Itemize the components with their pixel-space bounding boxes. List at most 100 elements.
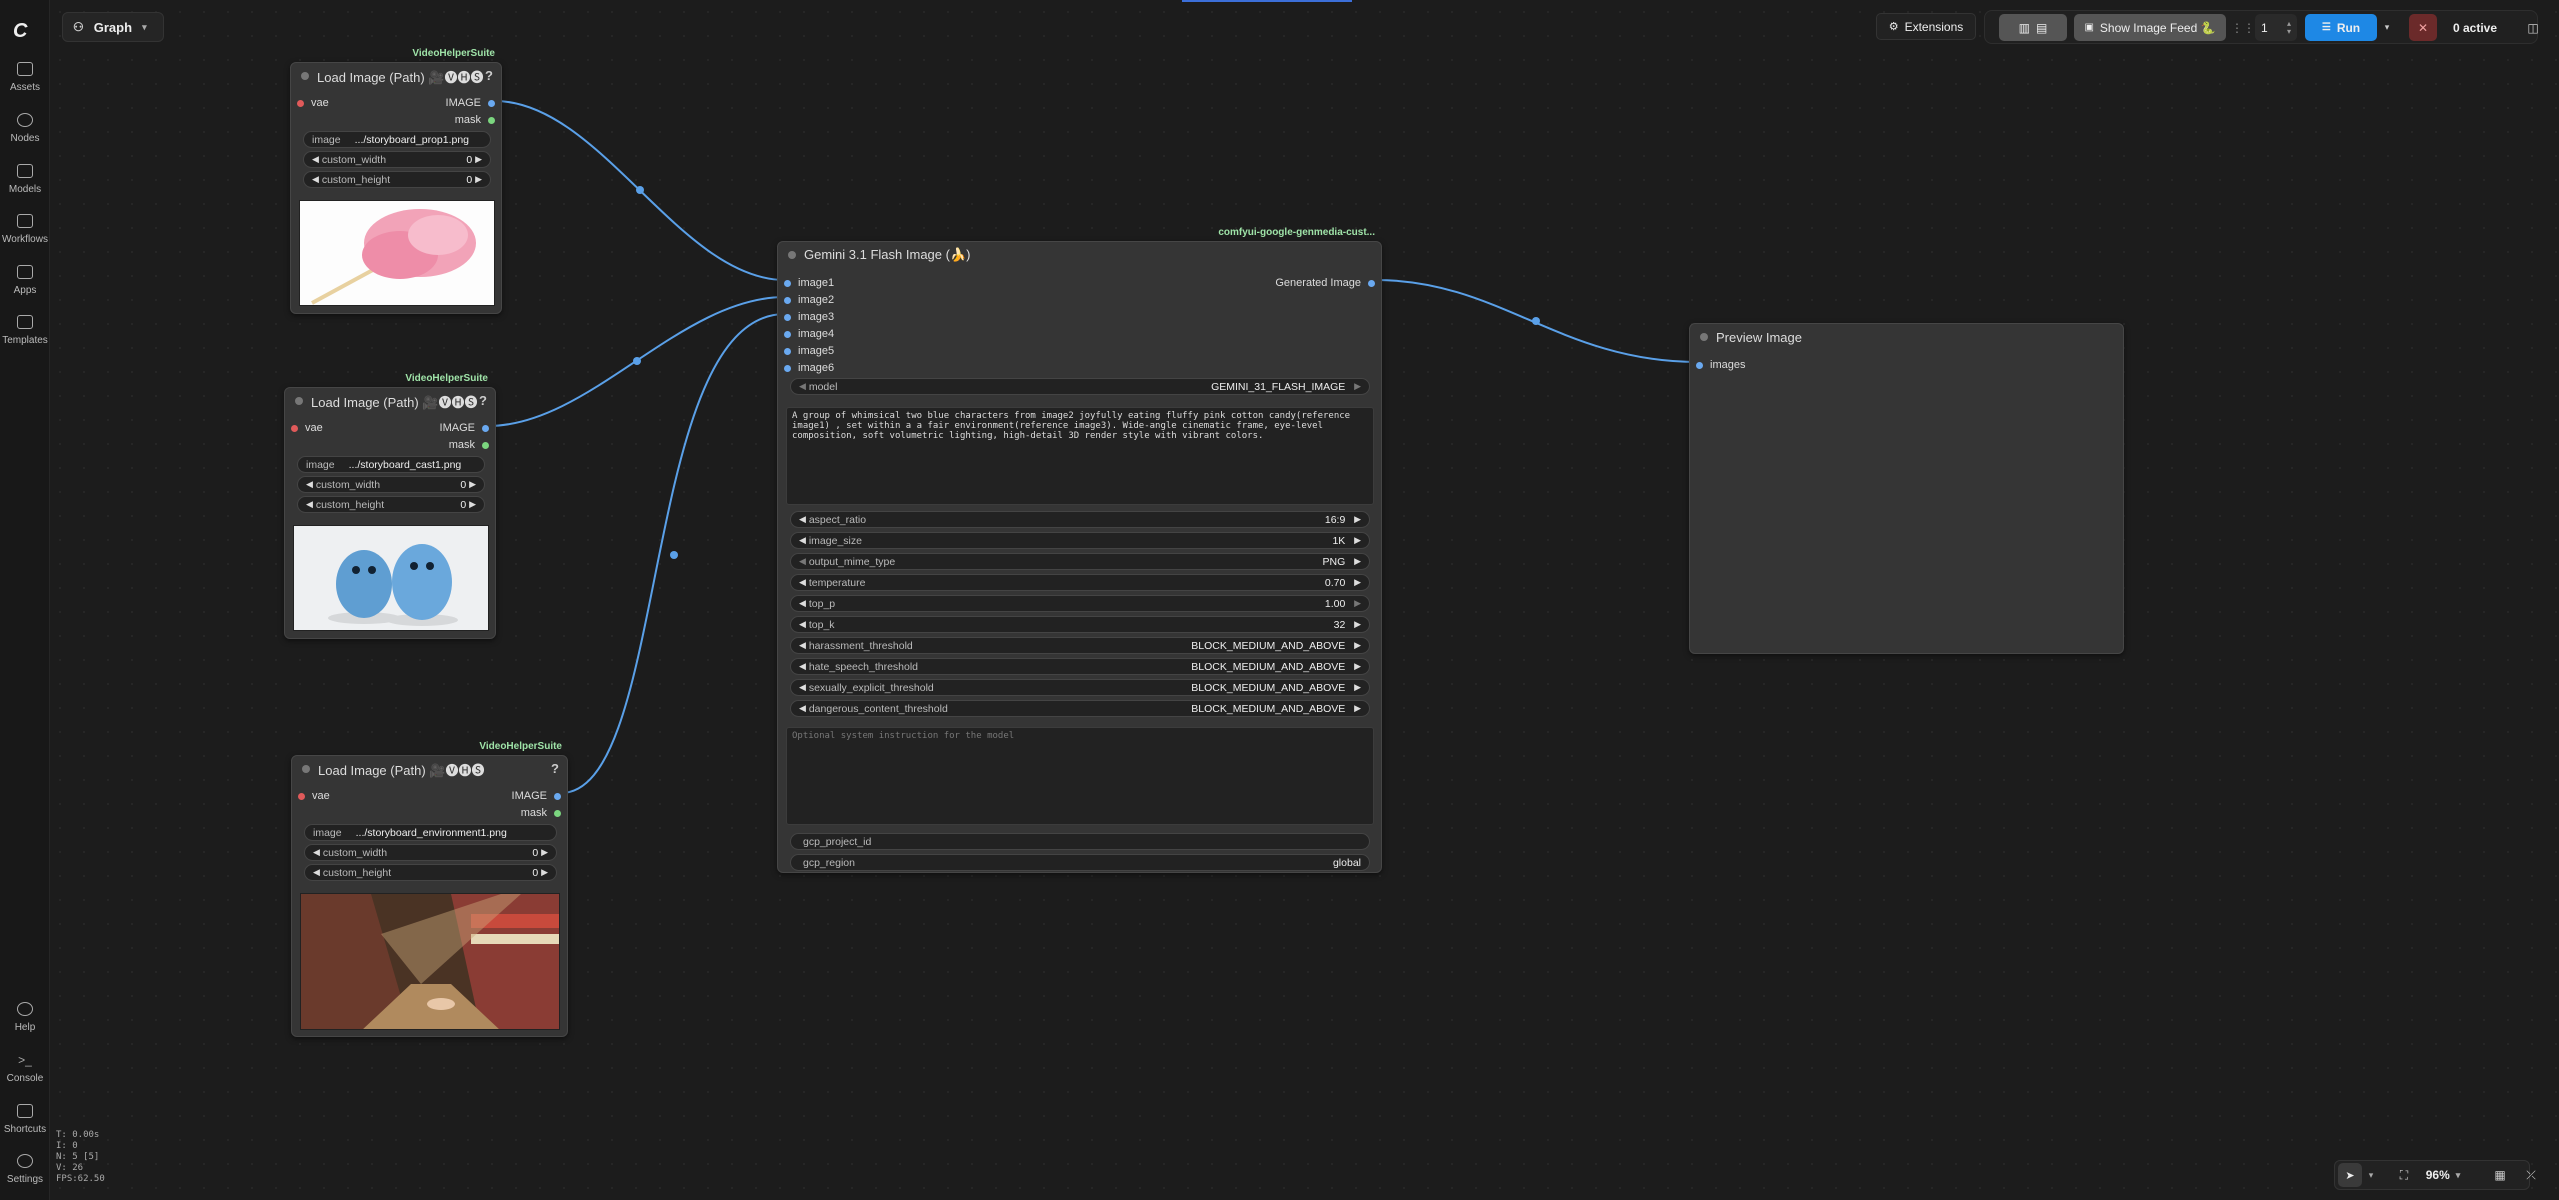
output-port[interactable]	[554, 792, 561, 800]
preview-image-node[interactable]: Preview Image images	[1689, 323, 2124, 654]
input-port[interactable]	[784, 279, 791, 287]
decrement-arrow-icon[interactable]: ◀	[306, 479, 313, 490]
sidebar-item-workflows[interactable]: Workflows	[0, 214, 50, 245]
sidebar-item-nodes[interactable]: Nodes	[0, 113, 50, 144]
extensions-button[interactable]: ⚙ Extensions	[1876, 13, 1976, 40]
decrement-arrow-icon[interactable]: ◀	[799, 598, 806, 609]
sidebar-item-models[interactable]: Models	[0, 164, 50, 195]
increment-arrow-icon[interactable]: ▶	[1354, 682, 1361, 693]
help-icon[interactable]: ?	[479, 393, 487, 408]
load-image-node-environment[interactable]: Load Image (Path) 🎥🅥🅗🅢 ? vae IMAGE mask …	[291, 755, 568, 1037]
decrement-arrow-icon[interactable]: ◀	[313, 847, 320, 858]
input-image4[interactable]: image4	[784, 328, 834, 340]
output-port[interactable]	[1368, 279, 1375, 287]
custom-height-widget[interactable]: ◀ custom_height 0 ▶	[303, 171, 491, 188]
input-port[interactable]	[784, 364, 791, 372]
increment-arrow-icon[interactable]: ▶	[469, 499, 476, 510]
minimap-button[interactable]: ▦	[2488, 1163, 2512, 1187]
increment-arrow-icon[interactable]: ▶	[1354, 556, 1361, 567]
sidebar-item-apps[interactable]: Apps	[0, 265, 50, 296]
toggle-panel-button[interactable]: ◫	[2519, 14, 2547, 41]
show-image-feed-button[interactable]: ▣ Show Image Feed 🐍	[2074, 14, 2226, 41]
zoom-dropdown[interactable]: 96% ▾	[2420, 1163, 2466, 1187]
custom-height-widget[interactable]: ◀ custom_height 0 ▶	[304, 864, 557, 881]
custom-height-widget[interactable]: ◀ custom_height 0 ▶	[297, 496, 485, 513]
output-port[interactable]	[488, 99, 495, 107]
image-path-widget[interactable]: image .../storyboard_cast1.png	[297, 456, 485, 473]
toggle-links-button[interactable]: ⤫	[2519, 1163, 2543, 1187]
batch-count-stepper[interactable]: 1 ▴ ▾	[2255, 14, 2297, 41]
increment-arrow-icon[interactable]: ▶	[1354, 703, 1361, 714]
input-port[interactable]	[291, 424, 298, 432]
custom-width-widget[interactable]: ◀ custom_width 0 ▶	[297, 476, 485, 493]
run-button[interactable]: ☰ Run	[2305, 14, 2377, 41]
input-port[interactable]	[784, 347, 791, 355]
increment-arrow-icon[interactable]: ▶	[541, 867, 548, 878]
custom-width-widget[interactable]: ◀ custom_width 0 ▶	[303, 151, 491, 168]
collapse-dot-icon[interactable]	[295, 397, 303, 405]
help-icon[interactable]: ?	[551, 761, 559, 776]
drag-handle-icon[interactable]: ⋮⋮	[2231, 14, 2255, 41]
input-port[interactable]	[784, 313, 791, 321]
run-options-dropdown[interactable]: ▾	[2379, 14, 2395, 41]
output-mask[interactable]: mask	[449, 439, 489, 451]
input-image5[interactable]: image5	[784, 345, 834, 357]
image-path-widget[interactable]: image .../storyboard_prop1.png	[303, 131, 491, 148]
increment-arrow-icon[interactable]: ▶	[1354, 535, 1361, 546]
output-port[interactable]	[482, 441, 489, 449]
model-select[interactable]: ◀ model GEMINI_31_FLASH_IMAGE ▶	[790, 378, 1370, 395]
param-dangerous-content-threshold[interactable]: ◀ dangerous_content_threshold BLOCK_MEDIU…	[790, 700, 1370, 717]
output-port[interactable]	[482, 424, 489, 432]
cancel-button[interactable]: ✕	[2409, 14, 2437, 41]
input-image3[interactable]: image3	[784, 311, 834, 323]
param-top-p[interactable]: ◀ top_p 1.00 ▶	[790, 595, 1370, 612]
input-port[interactable]	[784, 296, 791, 304]
increment-arrow-icon[interactable]: ▶	[1354, 514, 1361, 525]
graph-tab[interactable]: ⚇ Graph ▾	[62, 12, 164, 42]
sidebar-item-help[interactable]: Help	[0, 1002, 50, 1033]
increment-arrow-icon[interactable]: ▶	[469, 479, 476, 490]
decrement-arrow-icon[interactable]: ◀	[306, 499, 313, 510]
decrement-arrow-icon[interactable]: ◀	[799, 703, 806, 714]
node-title-bar[interactable]: Load Image (Path) 🎥🅥🅗🅢 ?	[292, 756, 567, 782]
node-title-bar[interactable]: Load Image (Path) 🎥🅥🅗🅢 ?	[285, 388, 495, 414]
decrement-arrow-icon[interactable]: ◀	[799, 556, 806, 567]
increment-arrow-icon[interactable]: ▶	[1354, 577, 1361, 588]
decrement-arrow-icon[interactable]: ◀	[799, 381, 806, 392]
increment-arrow-icon[interactable]: ▶	[541, 847, 548, 858]
collapse-dot-icon[interactable]	[301, 72, 309, 80]
increment-arrow-icon[interactable]: ▶	[1354, 598, 1361, 609]
input-image2[interactable]: image2	[784, 294, 834, 306]
param-hate-speech-threshold[interactable]: ◀ hate_speech_threshold BLOCK_MEDIUM_AND_…	[790, 658, 1370, 675]
input-vae[interactable]: vae	[297, 97, 329, 109]
gcp-project-id-field[interactable]: gcp_project_id	[790, 833, 1370, 850]
decrement-arrow-icon[interactable]: ◀	[799, 661, 806, 672]
input-image1[interactable]: image1	[784, 277, 834, 289]
sidebar-item-shortcuts[interactable]: Shortcuts	[0, 1104, 50, 1135]
output-mask[interactable]: mask	[455, 114, 495, 126]
decrement-arrow-icon[interactable]: ◀	[312, 174, 319, 185]
input-vae[interactable]: vae	[291, 422, 323, 434]
image-path-widget[interactable]: image .../storyboard_environment1.png	[304, 824, 557, 841]
queue-icons-button[interactable]: ▥ ▤	[1999, 14, 2067, 41]
decrement-arrow-icon[interactable]: ◀	[799, 619, 806, 630]
load-image-node-prop[interactable]: Load Image (Path) 🎥🅥🅗🅢 ? vae IMAGE mask …	[290, 62, 502, 314]
decrement-arrow-icon[interactable]: ◀	[312, 154, 319, 165]
comfy-logo-icon[interactable]: C	[13, 20, 27, 43]
input-vae[interactable]: vae	[298, 790, 330, 802]
active-queue-indicator[interactable]: 0 active	[2444, 14, 2506, 41]
input-port[interactable]	[1696, 361, 1703, 369]
output-image[interactable]: IMAGE	[440, 422, 489, 434]
increment-arrow-icon[interactable]: ▶	[1354, 640, 1361, 651]
output-mask[interactable]: mask	[521, 807, 561, 819]
node-title-bar[interactable]: Preview Image	[1690, 324, 2123, 350]
output-image[interactable]: IMAGE	[446, 97, 495, 109]
param-image-size[interactable]: ◀ image_size 1K ▶	[790, 532, 1370, 549]
input-port[interactable]	[298, 792, 305, 800]
param-top-k[interactable]: ◀ top_k 32 ▶	[790, 616, 1370, 633]
custom-width-widget[interactable]: ◀ custom_width 0 ▶	[304, 844, 557, 861]
output-port[interactable]	[554, 809, 561, 817]
output-image[interactable]: IMAGE	[512, 790, 561, 802]
decrement-arrow-icon[interactable]: ◀	[313, 867, 320, 878]
output-generated-image[interactable]: Generated Image	[1275, 277, 1375, 289]
